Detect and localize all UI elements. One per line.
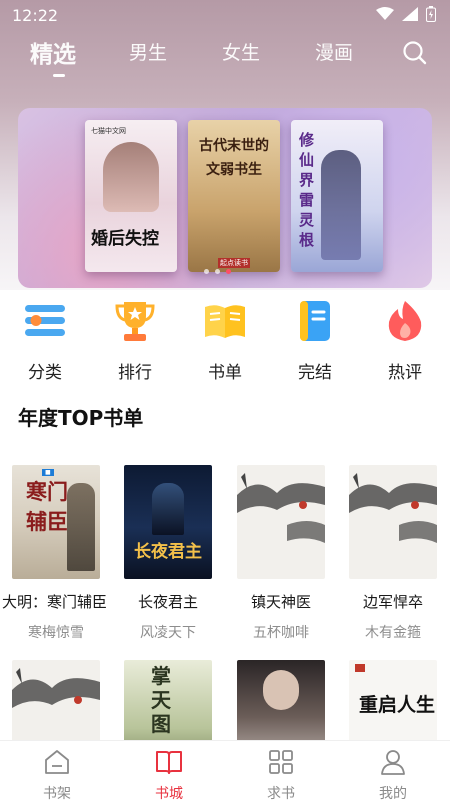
pagination-dot (204, 269, 209, 274)
category-hot-reviews[interactable]: 热评 (365, 298, 445, 383)
finished-book-icon (300, 301, 330, 341)
nav-label: 求书 (267, 786, 295, 800)
nav-label: 书架 (43, 786, 71, 800)
banner-pagination (204, 269, 231, 274)
battery-icon (426, 6, 436, 22)
status-time: 12:22 (12, 6, 59, 25)
cover-illustration (103, 142, 159, 212)
status-bar: 12:22 (0, 0, 450, 30)
category-label: 书单 (208, 363, 242, 383)
book-author: 木有金箍 (365, 625, 421, 641)
category-classify[interactable]: 分类 (5, 298, 85, 383)
ink-landscape-illustration (237, 473, 325, 543)
banner-book-3-title: 修仙界雷灵根 (299, 131, 315, 249)
book-cover: ■ 寒门辅臣 (12, 465, 100, 579)
cover-illustration (321, 150, 361, 260)
tab-male[interactable]: 男生 (129, 38, 167, 65)
banner-book-2-publisher: 起点读书 (218, 258, 250, 268)
category-label: 分类 (28, 363, 62, 383)
nav-profile[interactable]: 我的 (358, 749, 428, 800)
book-author: 五杯咖啡 (253, 625, 309, 641)
tab-comics[interactable]: 漫画 (315, 38, 353, 65)
book-cover: 长夜君主 (124, 465, 212, 579)
book-card[interactable]: 镇天神医 五杯咖啡 (233, 465, 329, 642)
tab-female[interactable]: 女生 (222, 38, 260, 65)
profile-icon (381, 750, 405, 775)
bookstore-icon (156, 751, 182, 774)
book-cover (237, 465, 325, 579)
pagination-dot (215, 269, 220, 274)
flame-icon (388, 301, 422, 341)
bookshelf-icon (45, 750, 69, 774)
category-shortcuts: 分类 排行 书单 完结 热评 (0, 298, 450, 388)
pagination-dot-active (226, 269, 231, 274)
trophy-icon (115, 302, 155, 341)
book-author: 风凌天下 (140, 625, 196, 641)
open-book-icon (205, 305, 245, 338)
book-title: 长夜君主 (137, 593, 198, 611)
book-title: 大明：寒门辅臣 (2, 593, 108, 611)
cover-title: 重启人生 (358, 694, 435, 716)
bottom-navigation: 书架 书城 求书 我的 (0, 740, 450, 800)
book-card[interactable]: 边军悍卒 木有金箍 (345, 465, 441, 642)
nav-bookshelf[interactable]: 书架 (22, 749, 92, 800)
banner-book-1[interactable]: 七猫中文网 婚后失控 (85, 120, 177, 272)
category-label: 排行 (118, 363, 152, 383)
book-card[interactable]: 长夜君主 长夜君主 风凌天下 (120, 465, 216, 642)
tab-featured[interactable]: 精选 (30, 35, 76, 69)
book-title: 镇天神医 (250, 593, 311, 611)
promo-banner[interactable]: 七猫中文网 婚后失控 古代末世的文弱书生 起点读书 修仙界雷灵根 (18, 108, 432, 288)
category-booklist[interactable]: 书单 (185, 298, 265, 383)
banner-book-1-publisher: 七猫中文网 (91, 127, 126, 135)
category-label: 完结 (298, 363, 332, 383)
book-title: 边军悍卒 (362, 593, 423, 611)
nav-label: 我的 (379, 786, 407, 800)
cover-title: 长夜君主 (134, 542, 202, 562)
category-ranking[interactable]: 排行 (95, 298, 175, 383)
cover-title: 掌天图 (151, 664, 171, 736)
book-card[interactable]: ■ 寒门辅臣 大明：寒门辅臣 寒梅惊雪 (2, 465, 107, 642)
signal-icon (402, 7, 418, 21)
category-label: 热评 (388, 363, 422, 383)
book-cover (349, 465, 437, 579)
wifi-icon (376, 7, 394, 20)
banner-book-3[interactable]: 修仙界雷灵根 (291, 120, 383, 272)
category-finished[interactable]: 完结 (275, 298, 355, 383)
banner-book-1-title: 婚后失控 (91, 229, 159, 249)
search-icon[interactable] (402, 40, 428, 66)
cover-publisher-badge: ■ (42, 469, 54, 476)
list-icon (25, 305, 65, 336)
cover-illustration (263, 670, 299, 710)
cover-illustration (67, 483, 95, 571)
top-tab-bar: 精选 男生 女生 漫画 (0, 34, 450, 82)
book-author: 寒梅惊雪 (28, 625, 84, 641)
grid-icon (269, 750, 293, 774)
nav-label: 书城 (155, 786, 183, 800)
active-tab-indicator (53, 74, 65, 77)
ink-landscape-illustration (349, 473, 437, 543)
cover-illustration (152, 483, 184, 535)
cover-publisher-badge (355, 664, 365, 672)
nav-request-book[interactable]: 求书 (246, 749, 316, 800)
cover-title: 寒门辅臣 (26, 480, 68, 534)
nav-bookstore[interactable]: 书城 (134, 749, 204, 800)
section-title: 年度TOP书单 (18, 406, 144, 430)
banner-book-2[interactable]: 古代末世的文弱书生 起点读书 (188, 120, 280, 272)
banner-book-2-title: 古代末世的文弱书生 (199, 138, 269, 178)
status-icons (376, 6, 436, 22)
